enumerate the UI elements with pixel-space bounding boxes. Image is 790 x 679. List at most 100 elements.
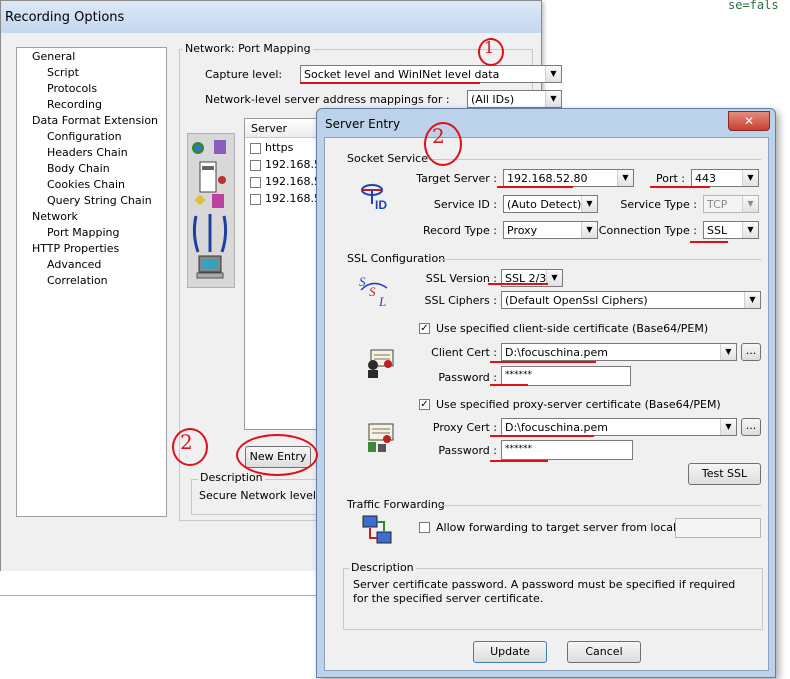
forwarding-graphic — [362, 515, 392, 544]
svg-text:ID: ID — [375, 198, 387, 210]
ssl-ciphers-label: SSL Ciphers : — [424, 294, 497, 307]
server-row-checkbox[interactable] — [250, 177, 261, 188]
allow-forwarding-label: Allow forwarding to target server from l… — [436, 521, 710, 534]
chevron-down-icon: ▼ — [742, 170, 758, 186]
id-icon: ID — [359, 180, 389, 213]
proxy-cert-checkbox[interactable]: ✓ — [419, 399, 430, 410]
proxy-cert-check-label: Use specified proxy-server certificate (… — [436, 398, 721, 411]
tree-item[interactable]: Script — [47, 66, 79, 79]
annotation-underline-ssl — [690, 241, 728, 243]
client-cert-dropdown[interactable]: D:\focuschina.pem ▼ — [501, 343, 737, 361]
client-cert-check-label: Use specified client-side certificate (B… — [436, 322, 709, 335]
tree-item[interactable]: Correlation — [47, 274, 108, 287]
service-type-label: Service Type : — [620, 198, 697, 211]
traffic-forwarding-title: Traffic Forwarding — [347, 498, 445, 511]
server-row-checkbox[interactable] — [250, 143, 261, 154]
annotation-number-2-dialog: 2 — [432, 124, 445, 148]
service-type-value: TCP — [707, 198, 728, 211]
forwarding-divider — [439, 505, 761, 506]
tree-item[interactable]: Cookies Chain — [47, 178, 125, 191]
annotation-underline-client-password — [490, 384, 528, 386]
tree-item[interactable]: Recording — [47, 98, 102, 111]
record-type-dropdown[interactable]: Proxy ▼ — [503, 221, 598, 239]
chevron-down-icon: ▼ — [742, 222, 758, 238]
bg-description-title: Description — [198, 471, 265, 484]
ssl-version-label: SSL Version : — [425, 272, 497, 285]
ssl-ciphers-value: (Default OpenSsl Ciphers) — [505, 294, 648, 307]
annotation-underline-capture — [300, 82, 480, 84]
port-label: Port : — [655, 172, 685, 185]
capture-level-dropdown[interactable]: Socket level and WinINet level data ▼ — [300, 65, 562, 83]
server-row-checkbox[interactable] — [250, 194, 261, 205]
description-text-2: for the specified server certificate. — [353, 592, 544, 605]
update-button[interactable]: Update — [473, 641, 547, 663]
ide-background-text: se=fals — [728, 0, 779, 12]
group-title: Network: Port Mapping — [183, 42, 313, 55]
port-value: 443 — [695, 172, 716, 185]
certificate-person-icon — [365, 348, 395, 381]
capture-level-label: Capture level: — [205, 68, 283, 81]
chevron-down-icon: ▼ — [720, 344, 736, 360]
chevron-down-icon: ▼ — [617, 170, 633, 186]
svg-text:S: S — [369, 284, 376, 299]
capture-level-value: Socket level and WinINet level data — [304, 68, 500, 81]
close-button[interactable]: ✕ — [728, 111, 770, 131]
server-row-checkbox[interactable] — [250, 160, 261, 171]
port-dropdown[interactable]: 443 ▼ — [691, 169, 759, 187]
window-title-bar: Recording Options — [1, 1, 541, 33]
tree-item[interactable]: Protocols — [47, 82, 97, 95]
tree-item[interactable]: Body Chain — [47, 162, 110, 175]
proxy-password-field[interactable]: ****** — [501, 440, 633, 460]
chevron-down-icon: ▼ — [545, 66, 561, 82]
client-password-value: ****** — [505, 370, 532, 380]
proxy-cert-label: Proxy Cert : — [432, 421, 497, 434]
record-type-label: Record Type : — [423, 224, 497, 237]
service-id-label: Service ID : — [433, 198, 497, 211]
allow-forwarding-checkbox[interactable] — [419, 522, 430, 533]
server-list[interactable]: Server https 192.168.51 192.168.51 192.168.… — [244, 118, 328, 430]
annotation-underline-target — [497, 186, 573, 188]
description-text-1: Server certificate password. A password … — [353, 578, 736, 591]
service-type-dropdown: TCP ▼ — [703, 195, 759, 213]
cancel-button[interactable]: Cancel — [567, 641, 641, 663]
forwarding-port-field — [675, 518, 761, 538]
tree-item[interactable]: General — [32, 50, 75, 63]
target-server-value: 192.168.52.80 — [507, 172, 588, 185]
proxy-cert-dropdown[interactable]: D:\focuschina.pem ▼ — [501, 418, 737, 436]
tree-item[interactable]: Network — [32, 210, 78, 223]
tree-item[interactable]: Configuration — [47, 130, 122, 143]
annotation-number-1: 1 — [484, 38, 495, 57]
dialog-title: Server Entry — [325, 117, 401, 131]
connection-type-label: Connection Type : — [598, 224, 697, 237]
tree-item[interactable]: Port Mapping — [47, 226, 120, 239]
ssl-ciphers-dropdown[interactable]: (Default OpenSsl Ciphers) ▼ — [501, 291, 761, 309]
annotation-underline-ssl-version — [488, 283, 548, 285]
client-cert-browse-button[interactable]: ... — [741, 343, 761, 361]
connection-type-dropdown[interactable]: SSL ▼ — [703, 221, 759, 239]
tree-item[interactable]: Advanced — [47, 258, 101, 271]
proxy-password-label: Password : — [438, 444, 497, 457]
options-tree[interactable]: General Script Protocols Recording Data Form… — [16, 47, 167, 517]
ssl-icon-graphic: S S L — [359, 274, 388, 309]
annotation-number-2-new-entry: 2 — [180, 430, 193, 454]
tree-item[interactable]: HTTP Properties — [32, 242, 119, 255]
target-server-dropdown[interactable]: 192.168.52.80 ▼ — [503, 169, 634, 187]
client-cert-checkbox[interactable]: ✓ — [419, 323, 430, 334]
mappings-dropdown[interactable]: (All IDs) ▼ — [467, 90, 562, 108]
proxy-cert-value: D:\focuschina.pem — [505, 421, 608, 434]
client-cert-label: Client Cert : — [431, 346, 497, 359]
tree-item[interactable]: Query String Chain — [47, 194, 152, 207]
client-cert-value: D:\focuschina.pem — [505, 346, 608, 359]
proxy-cert-browse-button[interactable]: ... — [741, 418, 761, 436]
server-column-header[interactable]: Server — [245, 119, 325, 138]
ssl-divider — [439, 259, 761, 260]
test-ssl-button[interactable]: Test SSL — [688, 463, 761, 485]
proxy-password-value: ****** — [505, 444, 532, 454]
svg-text:L: L — [378, 294, 386, 308]
client-password-field[interactable]: ****** — [501, 366, 631, 386]
connection-type-value: SSL — [707, 224, 728, 237]
tree-item[interactable]: Data Format Extension — [32, 114, 158, 127]
client-password-label: Password : — [438, 371, 497, 384]
tree-item[interactable]: Headers Chain — [47, 146, 128, 159]
service-id-dropdown[interactable]: (Auto Detect) ▼ — [503, 195, 598, 213]
